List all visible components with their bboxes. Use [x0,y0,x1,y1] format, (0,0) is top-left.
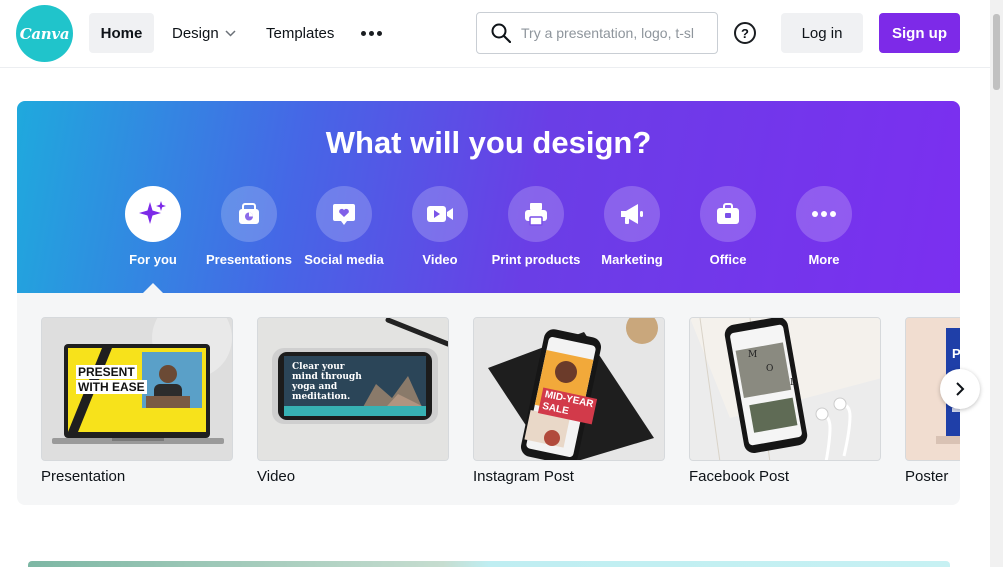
template-carousel: PRESENT WITH EASE Presentation Clear you… [17,293,960,505]
thumb-text-line: mind through [292,372,362,382]
login-button[interactable]: Log in [781,13,863,53]
search-icon [491,23,511,43]
more-menu-icon[interactable] [359,13,383,53]
nav-templates-link[interactable]: Templates [266,13,334,53]
carousel-next-button[interactable] [940,369,980,409]
thumb-text-line: PRESENT [76,365,137,379]
thumb-text-line: meditation. [292,392,351,402]
hero-title: What will you design? [325,125,652,160]
template-card-presentation[interactable]: PRESENT WITH EASE Presentation [41,317,233,485]
sparkle-icon [125,186,181,242]
phone-earbuds-illustration [690,318,880,460]
thumb-text-line: O [766,364,774,374]
more-dots-icon [796,186,852,242]
template-thumbnail[interactable]: PRESENT WITH EASE [41,317,233,461]
nav-design-label: Design [172,24,219,42]
category-office[interactable]: Office [680,186,776,267]
template-card-instagram-post[interactable]: MID-YEAR SALE Instagram Post [473,317,665,485]
next-section-banner-peek [28,561,950,567]
category-more[interactable]: More [776,186,872,267]
category-for-you[interactable]: For you [105,186,201,267]
presentation-icon [221,186,277,242]
category-print-products[interactable]: Print products [488,186,584,267]
category-social-media[interactable]: Social media [296,186,392,267]
category-label: Office [709,252,747,267]
template-card-facebook-post[interactable]: M O D Facebook Post [689,317,881,485]
thumb-caption-block: Clear your mind through yoga and meditat… [292,362,362,402]
megaphone-icon [604,186,660,242]
category-presentations[interactable]: Presentations [201,186,297,267]
thumb-text-line: P [952,346,960,361]
category-label: Video [422,252,458,267]
scrollbar-thumb[interactable] [993,14,1000,90]
heart-chat-icon [316,186,372,242]
category-label: More [808,252,840,267]
category-label: Presentations [206,252,292,267]
thumb-text-line: D [790,378,798,388]
search-box[interactable] [476,12,718,54]
chevron-right-icon [956,382,965,396]
category-label: Social media [304,252,384,267]
template-label: Instagram Post [473,468,574,485]
template-label: Presentation [41,468,126,485]
category-video[interactable]: Video [392,186,488,267]
chevron-down-icon [225,29,236,37]
template-label: Facebook Post [689,468,790,485]
category-marketing[interactable]: Marketing [584,186,680,267]
signup-button[interactable]: Sign up [879,13,960,53]
template-label: Poster [905,468,949,485]
video-camera-icon [412,186,468,242]
template-label: Video [257,468,296,485]
design-hero-banner: What will you design? For you Presentati… [17,101,960,294]
top-navigation-bar: Canva Home Design Templates ? Log in Sig… [0,0,990,68]
page-scrollbar[interactable] [990,0,1003,567]
nav-design-menu[interactable]: Design [172,13,236,53]
category-label: For you [129,252,177,267]
canva-logo[interactable]: Canva [16,5,73,62]
nav-home-button[interactable]: Home [89,13,154,53]
category-label: Print products [491,252,581,267]
help-icon[interactable]: ? [734,22,756,44]
thumb-text-line: M [748,350,758,360]
printer-icon [508,186,564,242]
briefcase-icon [700,186,756,242]
category-label: Marketing [601,252,663,267]
template-thumbnail[interactable]: MID-YEAR SALE [473,317,665,461]
logo-text: Canva [19,24,70,43]
phone-notebook-illustration [474,318,664,460]
template-card-video[interactable]: Clear your mind through yoga and meditat… [257,317,449,485]
search-input[interactable] [521,25,703,41]
thumb-text-line: yoga and [292,382,338,392]
template-thumbnail[interactable]: M O D [689,317,881,461]
template-thumbnail[interactable]: Clear your mind through yoga and meditat… [257,317,449,461]
thumb-text-line: WITH EASE [76,380,147,394]
thumb-text-line: Clear your [292,362,345,372]
